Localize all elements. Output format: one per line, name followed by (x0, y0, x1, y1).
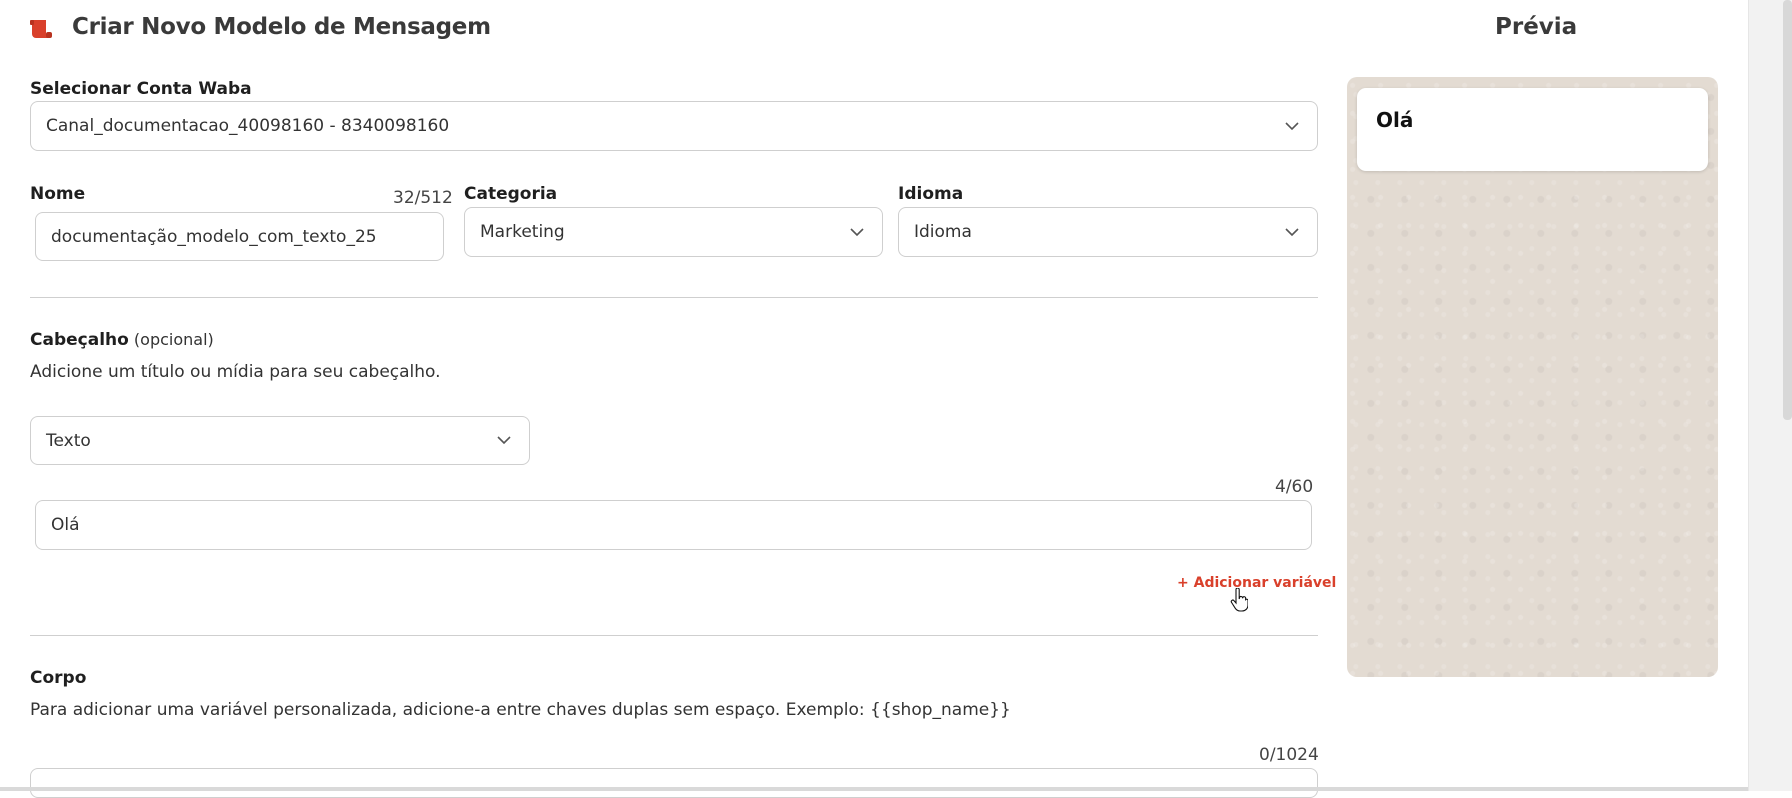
header-section-description: Adicione um título ou mídia para seu cab… (30, 362, 441, 382)
bottom-edge (0, 787, 1748, 791)
category-select[interactable]: Marketing (464, 207, 883, 257)
chevron-down-icon (1285, 121, 1299, 130)
language-select-value: Idioma (914, 222, 972, 242)
chevron-down-icon (1285, 227, 1299, 236)
divider (30, 297, 1318, 298)
language-label: Idioma (898, 184, 964, 204)
header-section-label: Cabeçalho (30, 330, 129, 350)
scrollbar-thumb[interactable] (1783, 0, 1792, 420)
header-text-value: Olá (51, 515, 80, 535)
preview-bubble-text: Olá (1376, 108, 1414, 132)
divider (30, 635, 1318, 636)
header-text-counter: 4/60 (1275, 477, 1314, 497)
header-section-heading: Cabeçalho (opcional) (30, 330, 214, 350)
body-text-input[interactable] (30, 768, 1318, 798)
page-title: Criar Novo Modelo de Mensagem (72, 14, 491, 40)
body-section-label: Corpo (30, 668, 87, 688)
name-label: Nome (30, 184, 86, 204)
scroll-icon (30, 20, 52, 38)
waba-label: Selecionar Conta Waba (30, 79, 252, 99)
add-variable-link[interactable]: + Adicionar variável (1177, 575, 1336, 591)
name-input[interactable]: documentação_modelo_com_texto_25 (35, 212, 444, 261)
waba-select[interactable]: Canal_documentacao_40098160 - 8340098160 (30, 101, 1318, 151)
language-select[interactable]: Idioma (898, 207, 1318, 257)
hand-cursor-icon (1230, 588, 1248, 612)
body-section-description: Para adicionar uma variável personalizad… (30, 700, 1011, 720)
header-type-select[interactable]: Texto (30, 416, 530, 465)
header-section-optional: (opcional) (133, 330, 214, 349)
header-text-input[interactable]: Olá (35, 500, 1312, 550)
waba-select-value: Canal_documentacao_40098160 - 8340098160 (46, 116, 450, 136)
chevron-down-icon (850, 227, 864, 236)
body-text-counter: 0/1024 (1259, 745, 1319, 765)
header-type-value: Texto (46, 430, 91, 451)
chevron-down-icon (497, 436, 511, 445)
preview-title: Prévia (1495, 14, 1578, 40)
category-label: Categoria (464, 184, 558, 204)
category-select-value: Marketing (480, 222, 565, 242)
name-input-value: documentação_modelo_com_texto_25 (51, 226, 377, 247)
name-counter: 32/512 (393, 188, 453, 208)
